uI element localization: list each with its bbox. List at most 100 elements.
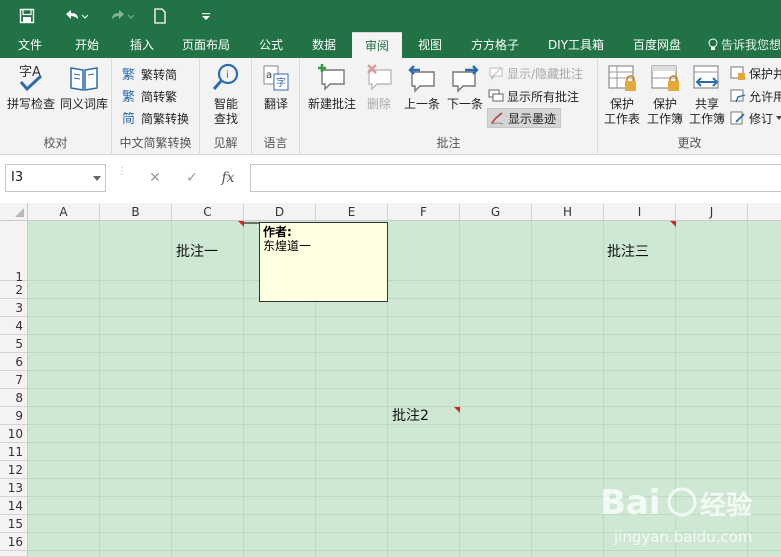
thesaurus-button[interactable]: 同义词库: [58, 62, 110, 112]
tab-page-layout[interactable]: 页面布局: [174, 32, 238, 58]
row-header-4[interactable]: 4: [0, 317, 28, 335]
svg-text:繁: 繁: [122, 89, 135, 104]
tab-home[interactable]: 开始: [64, 32, 110, 58]
tab-diy-toolbox[interactable]: DIY工具箱: [540, 32, 612, 58]
tab-fangfang[interactable]: 方方格子: [462, 32, 528, 58]
column-header-i[interactable]: I: [604, 203, 676, 221]
undo-icon[interactable]: [58, 0, 92, 32]
gridline: [28, 550, 781, 551]
column-header-j[interactable]: J: [676, 203, 748, 221]
next-comment-button[interactable]: 下一条: [444, 62, 486, 112]
row-header-1[interactable]: 1: [0, 221, 28, 284]
protect-sheet-icon: [608, 65, 636, 91]
svg-text:繁: 繁: [122, 67, 135, 82]
formula-input[interactable]: [250, 164, 781, 192]
gridline: [28, 280, 781, 281]
lightbulb-icon: [708, 34, 718, 50]
row-header-16[interactable]: 16: [0, 533, 28, 551]
smart-lookup-button[interactable]: i 智能 查找: [204, 62, 248, 127]
protect-workbook-button[interactable]: 保护 工作簿: [644, 62, 686, 127]
translate-button[interactable]: a字 翻译: [256, 62, 296, 112]
row-header-15[interactable]: 15: [0, 515, 28, 533]
tab-file[interactable]: 文件: [8, 32, 52, 58]
tell-me-box[interactable]: 告诉我您想: [708, 32, 781, 58]
share-workbook-button[interactable]: 共享 工作簿: [686, 62, 728, 127]
name-box[interactable]: I3: [5, 164, 106, 192]
previous-comment-icon: [408, 65, 435, 93]
group-chinese-conversion: 繁 繁转简 繁 简转繁 简 简繁转换 中文简繁转换: [112, 58, 200, 155]
row-header-3[interactable]: 3: [0, 299, 28, 317]
svg-text:a: a: [266, 70, 272, 81]
track-changes-button[interactable]: 修订: [730, 108, 781, 128]
cancel-entry-button[interactable]: ✕: [140, 164, 170, 192]
row-header-9[interactable]: 9: [0, 407, 28, 425]
show-all-comments-button[interactable]: 显示所有批注: [488, 86, 579, 106]
save-icon[interactable]: [14, 0, 40, 32]
column-header-c[interactable]: C: [172, 203, 244, 221]
spelling-button[interactable]: 字A 拼写检查: [4, 62, 58, 112]
cell-i1[interactable]: 批注三: [607, 241, 649, 261]
tab-formulas[interactable]: 公式: [250, 32, 292, 58]
track-dropdown-icon: [776, 116, 781, 120]
delete-comment-button[interactable]: 删除: [360, 62, 398, 112]
customize-toolbar-icon[interactable]: [198, 0, 214, 32]
column-header-d[interactable]: D: [244, 203, 316, 221]
insert-function-button[interactable]: fx: [213, 164, 243, 192]
show-hide-comment-icon: [489, 67, 503, 81]
enter-entry-button[interactable]: ✓: [177, 164, 207, 192]
comment-box[interactable]: 作者: 东煌道一: [259, 222, 388, 302]
column-header-h[interactable]: H: [532, 203, 604, 221]
simp-char-icon: 繁: [122, 89, 135, 104]
row-header-12[interactable]: 12: [0, 461, 28, 479]
traditional-to-simplified-button[interactable]: 繁 繁转简: [122, 64, 177, 84]
simplified-to-traditional-button[interactable]: 繁 简转繁: [122, 86, 177, 106]
redo-icon[interactable]: [104, 0, 138, 32]
tab-baidu-netdisk[interactable]: 百度网盘: [624, 32, 690, 58]
column-header-k[interactable]: [748, 203, 781, 221]
column-header-b[interactable]: B: [100, 203, 172, 221]
show-ink-button[interactable]: 显示墨迹: [487, 108, 562, 128]
row-header-13[interactable]: 13: [0, 479, 28, 497]
protect-workbook-icon: [651, 65, 679, 91]
new-document-icon[interactable]: [150, 0, 170, 32]
protect-and-share-button[interactable]: 保护并: [730, 63, 781, 83]
share-workbook-icon: [693, 65, 719, 89]
row-header-2[interactable]: 2: [0, 281, 28, 299]
worksheet-grid[interactable]: A B C D E F G H I J 1 2 3 4 5 6 7 8 9 10…: [0, 203, 781, 557]
tab-view[interactable]: 视图: [408, 32, 452, 58]
new-comment-button[interactable]: 新建批注: [306, 62, 358, 112]
tab-insert[interactable]: 插入: [120, 32, 164, 58]
row-header-14[interactable]: 14: [0, 497, 28, 515]
tab-review[interactable]: 审阅: [352, 32, 402, 58]
row-header-10[interactable]: 10: [0, 425, 28, 443]
title-bar: [0, 0, 781, 32]
cell-f9[interactable]: 批注2: [392, 405, 429, 425]
translate-icon: a字: [263, 65, 289, 91]
row-header-6[interactable]: 6: [0, 353, 28, 371]
row-header-11[interactable]: 11: [0, 443, 28, 461]
comment-connector-arrow: [244, 222, 260, 224]
row-header-17[interactable]: [0, 551, 28, 557]
comment-indicator-f9[interactable]: [454, 407, 460, 413]
comment-indicator-i1[interactable]: [670, 221, 676, 227]
gridline: [99, 221, 100, 557]
tab-data[interactable]: 数据: [302, 32, 346, 58]
column-header-a[interactable]: A: [28, 203, 100, 221]
column-header-g[interactable]: G: [460, 203, 532, 221]
formula-bar: I3 ⋮ ✕ ✓ fx: [0, 155, 781, 203]
show-hide-comment-button[interactable]: 显示/隐藏批注: [488, 63, 583, 83]
cell-c1[interactable]: 批注一: [176, 241, 218, 261]
protect-sheet-button[interactable]: 保护 工作表: [602, 62, 642, 127]
previous-comment-button[interactable]: 上一条: [402, 62, 442, 112]
row-header-7[interactable]: 7: [0, 371, 28, 389]
column-header-f[interactable]: F: [388, 203, 460, 221]
group-label-comments: 批注: [436, 136, 461, 150]
row-header-5[interactable]: 5: [0, 335, 28, 353]
name-box-dropdown-icon[interactable]: [93, 176, 101, 181]
column-header-e[interactable]: E: [316, 203, 388, 221]
chinese-conversion-button[interactable]: 简 简繁转换: [122, 108, 189, 128]
trad-char-icon: 繁: [122, 67, 135, 82]
allow-users-edit-button[interactable]: 允许用: [730, 86, 781, 106]
row-header-8[interactable]: 8: [0, 389, 28, 407]
select-all-corner[interactable]: [0, 203, 28, 221]
